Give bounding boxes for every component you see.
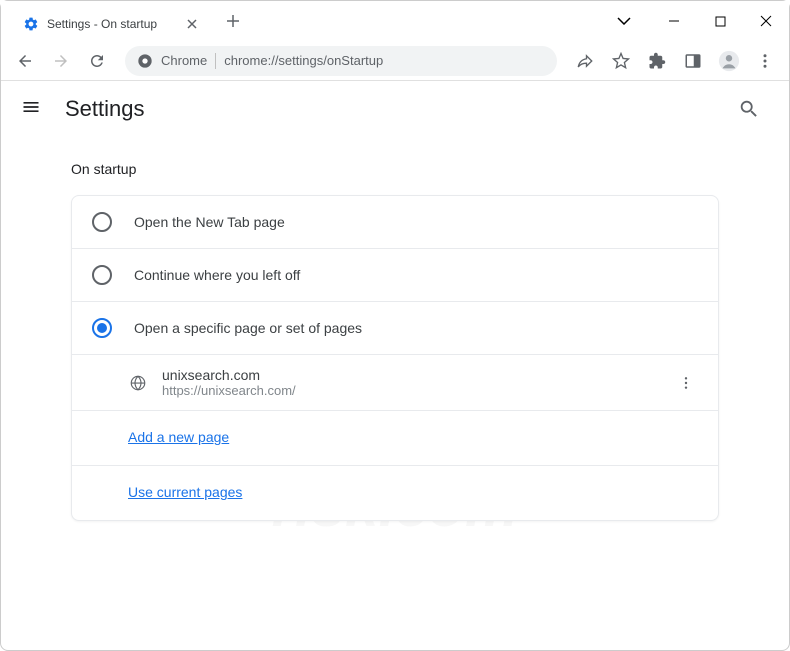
extensions-button[interactable]: [641, 45, 673, 77]
plus-icon: [226, 14, 240, 28]
chrome-logo-icon: [137, 53, 153, 69]
tab-title: Settings - On startup: [47, 17, 157, 31]
profile-icon: [718, 50, 740, 72]
option-continue[interactable]: Continue where you left off: [72, 248, 718, 301]
minimize-button[interactable]: [651, 1, 697, 41]
page-url: https://unixsearch.com/: [162, 383, 660, 398]
back-button[interactable]: [9, 45, 41, 77]
omnibox-url: chrome://settings/onStartup: [224, 53, 383, 68]
search-settings-button[interactable]: [729, 89, 769, 129]
share-button[interactable]: [569, 45, 601, 77]
option-specific-pages[interactable]: Open a specific page or set of pages: [72, 301, 718, 354]
star-icon: [612, 52, 630, 70]
puzzle-icon: [648, 52, 666, 70]
option-new-tab[interactable]: Open the New Tab page: [72, 196, 718, 248]
address-bar[interactable]: Chrome chrome://settings/onStartup: [125, 46, 557, 76]
option-label: Continue where you left off: [134, 267, 300, 283]
side-panel-button[interactable]: [677, 45, 709, 77]
settings-content: On startup Open the New Tab page Continu…: [1, 137, 789, 545]
maximize-button[interactable]: [697, 1, 743, 41]
reload-icon: [88, 52, 106, 70]
maximize-icon: [715, 16, 726, 27]
settings-header: Settings: [1, 81, 789, 137]
new-tab-button[interactable]: [219, 7, 247, 35]
dots-vertical-icon: [756, 52, 774, 70]
tab-search-button[interactable]: [601, 1, 647, 41]
close-icon: [187, 19, 197, 29]
option-label: Open a specific page or set of pages: [134, 320, 362, 336]
omnibox-prefix: Chrome: [161, 53, 207, 68]
arrow-right-icon: [52, 52, 70, 70]
radio-button[interactable]: [92, 212, 112, 232]
omnibox-separator: [215, 53, 216, 69]
radio-button[interactable]: [92, 318, 112, 338]
gear-icon: [23, 16, 39, 32]
profile-button[interactable]: [713, 45, 745, 77]
use-current-row: Use current pages: [72, 465, 718, 520]
forward-button[interactable]: [45, 45, 77, 77]
add-page-link[interactable]: Add a new page: [128, 429, 229, 445]
close-window-button[interactable]: [743, 1, 789, 41]
share-icon: [576, 52, 594, 70]
hamburger-icon: [21, 97, 41, 117]
dots-vertical-icon: [678, 375, 694, 391]
option-label: Open the New Tab page: [134, 214, 285, 230]
radio-button[interactable]: [92, 265, 112, 285]
bookmark-button[interactable]: [605, 45, 637, 77]
reload-button[interactable]: [81, 45, 113, 77]
use-current-link[interactable]: Use current pages: [128, 484, 242, 500]
page-name: unixsearch.com: [162, 367, 660, 383]
menu-toggle-button[interactable]: [21, 97, 45, 121]
startup-page-item: unixsearch.com https://unixsearch.com/: [72, 354, 718, 410]
close-tab-button[interactable]: [185, 17, 199, 31]
panel-icon: [684, 52, 702, 70]
menu-button[interactable]: [749, 45, 781, 77]
close-icon: [760, 15, 772, 27]
search-icon: [738, 98, 760, 120]
section-title: On startup: [71, 161, 719, 177]
globe-icon: [128, 373, 148, 393]
browser-tab[interactable]: Settings - On startup: [11, 7, 211, 41]
chevron-down-icon: [617, 17, 631, 25]
startup-card: Open the New Tab page Continue where you…: [71, 195, 719, 521]
page-more-button[interactable]: [674, 371, 698, 395]
minimize-icon: [668, 15, 680, 27]
browser-toolbar: Chrome chrome://settings/onStartup: [1, 41, 789, 81]
add-page-row: Add a new page: [72, 410, 718, 465]
window-titlebar: Settings - On startup: [1, 1, 789, 41]
arrow-left-icon: [16, 52, 34, 70]
page-title: Settings: [65, 96, 145, 122]
